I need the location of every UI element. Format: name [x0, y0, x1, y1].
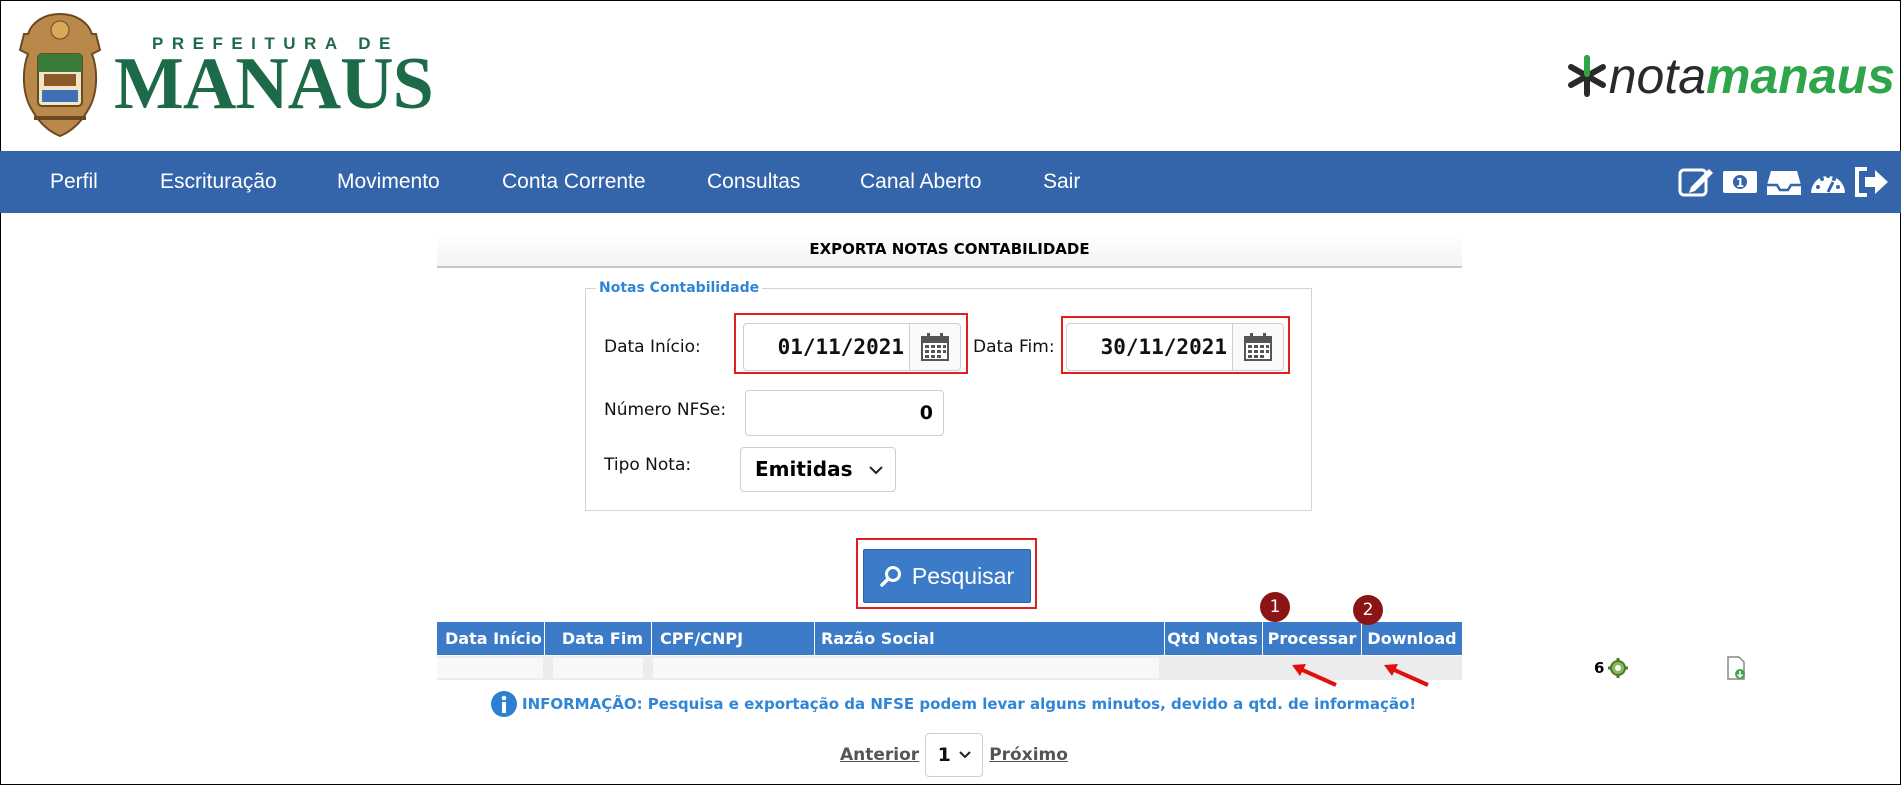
money-icon[interactable]: 1	[1721, 165, 1759, 199]
data-inicio-label: Data Início:	[604, 337, 701, 357]
col-data-inicio: Data Início	[437, 622, 545, 655]
brand-nota: nota	[1608, 48, 1707, 104]
data-inicio-value: 01/11/2021	[777, 335, 904, 359]
calendar-icon[interactable]	[1232, 324, 1283, 370]
search-button[interactable]: Pesquisar	[863, 549, 1031, 603]
dashboard-icon[interactable]	[1809, 165, 1847, 199]
search-icon	[880, 566, 901, 587]
redacted-data-fim	[553, 658, 643, 678]
col-data-fim: Data Fim	[545, 622, 652, 655]
main-nav: Perfil Escrituração Movimento Conta Corr…	[0, 151, 1901, 213]
nav-shortcuts: 1	[1677, 165, 1891, 199]
data-fim-label: Data Fim:	[973, 337, 1055, 357]
page-number: 1	[937, 744, 951, 766]
svg-text:1: 1	[1736, 176, 1744, 190]
asterisk-logo-icon	[1567, 55, 1606, 97]
logout-icon[interactable]	[1853, 165, 1891, 199]
redacted-data-inicio	[437, 658, 543, 678]
page-select[interactable]: 1	[925, 733, 984, 777]
brand-manaus: manaus	[1706, 48, 1895, 104]
tipo-nota-value: Emitidas	[755, 457, 853, 481]
col-razao-social: Razão Social	[815, 622, 1165, 655]
prev-page-link[interactable]: Anterior	[840, 745, 919, 765]
pagination: Anterior 1 Próximo	[840, 732, 1068, 778]
tipo-nota-select[interactable]: Emitidas	[740, 447, 896, 492]
data-inicio-field[interactable]: 01/11/2021	[743, 323, 961, 371]
calendar-icon[interactable]	[909, 324, 960, 370]
header: PREFEITURA DE MANAUS nota manaus	[0, 0, 1901, 150]
data-fim-value: 30/11/2021	[1100, 335, 1227, 359]
nav-canal-aberto[interactable]: Canal Aberto	[860, 151, 981, 213]
info-text: INFORMAÇÃO: Pesquisa e exportação da NFS…	[522, 695, 1417, 713]
numero-nfse-label: Número NFSe:	[604, 400, 727, 420]
annotation-marker-1: 1	[1260, 592, 1290, 622]
red-arrow-icon	[1384, 664, 1429, 687]
process-gear-icon[interactable]	[1607, 657, 1629, 679]
edit-icon[interactable]	[1677, 165, 1715, 199]
col-processar: Processar	[1263, 622, 1362, 655]
download-file-icon[interactable]	[1725, 656, 1747, 680]
inbox-icon[interactable]	[1765, 165, 1803, 199]
data-fim-field[interactable]: 30/11/2021	[1066, 323, 1284, 371]
nav-perfil[interactable]: Perfil	[50, 151, 98, 213]
info-icon	[491, 691, 517, 717]
coat-of-arms-logo	[18, 12, 102, 138]
nav-conta-corrente[interactable]: Conta Corrente	[502, 151, 646, 213]
nav-consultas[interactable]: Consultas	[707, 151, 800, 213]
fieldset-legend: Notas Contabilidade	[599, 280, 760, 296]
chevron-down-icon	[959, 751, 971, 759]
search-button-label: Pesquisar	[911, 562, 1015, 589]
notamanaus-logo: nota manaus	[1565, 46, 1895, 106]
chevron-down-icon	[869, 466, 883, 475]
redacted-cnpj-razao	[653, 658, 1159, 678]
qtd-notas-value: 6	[1594, 659, 1605, 677]
col-qtd-notas: Qtd Notas	[1163, 622, 1263, 655]
next-page-link[interactable]: Próximo	[989, 745, 1068, 765]
red-arrow-icon	[1292, 664, 1337, 687]
tipo-nota-label: Tipo Nota:	[604, 455, 692, 475]
nav-sair[interactable]: Sair	[1043, 151, 1080, 213]
info-message: INFORMAÇÃO: Pesquisa e exportação da NFS…	[490, 690, 1416, 718]
col-download: Download	[1367, 629, 1457, 648]
page-title: EXPORTA NOTAS CONTABILIDADE	[437, 232, 1462, 268]
manaus-wordmark: MANAUS	[114, 43, 434, 125]
numero-nfse-input[interactable]: 0	[745, 390, 944, 436]
annotation-marker-2: 2	[1353, 595, 1383, 625]
nav-escrituracao[interactable]: Escrituração	[160, 151, 277, 213]
col-cpf-cnpj: CPF/CNPJ	[652, 622, 815, 655]
nav-movimento[interactable]: Movimento	[337, 151, 440, 213]
